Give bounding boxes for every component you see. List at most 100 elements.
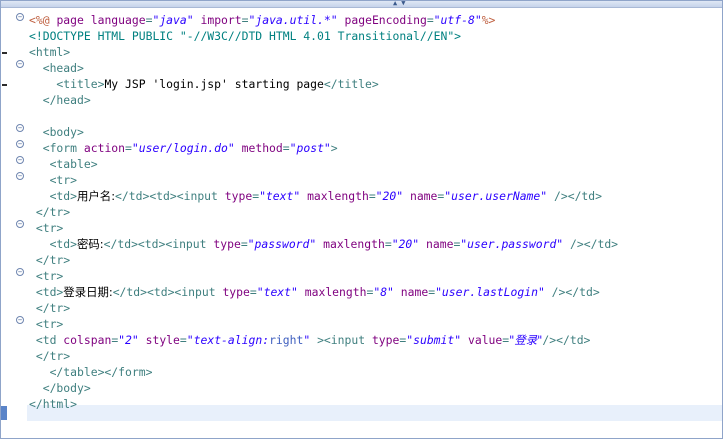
code-line[interactable]: <tr>: [29, 268, 63, 284]
code-line[interactable]: <tr>: [29, 220, 63, 236]
scroll-up-icon[interactable]: ▲: [393, 1, 397, 7]
code-token: maxlength: [304, 285, 367, 299]
fold-collapse-icon[interactable]: −: [16, 140, 24, 148]
code-token: action: [83, 141, 126, 155]
code-token: right: [269, 333, 304, 347]
code-token: <table>: [29, 157, 98, 171]
overview-ruler-highlight[interactable]: [1, 406, 7, 420]
code-line[interactable]: <td>用户名:</td><td><input type = "text" maxl…: [29, 188, 602, 204]
code-token: value: [467, 333, 503, 347]
code-line[interactable]: <!DOCTYPE HTML PUBLIC "-//W3C//DTD HTML …: [29, 28, 461, 44]
code-token: "text-align:: [186, 333, 270, 347]
code-token: =: [125, 141, 132, 155]
code-token: page: [56, 13, 91, 27]
code-line[interactable]: <%@ page language="java" import="java.ut…: [29, 12, 495, 28]
code-line[interactable]: </tr>: [29, 348, 70, 364]
tab-scroll-controls[interactable]: ▲ ▼: [393, 1, 405, 7]
code-token: name: [426, 237, 454, 251]
code-token: "user/login.do": [131, 141, 235, 155]
code-token: 登录日期:: [63, 285, 113, 299]
code-token: "user.userName": [444, 189, 548, 203]
code-token: <tr>: [29, 317, 64, 331]
fold-collapse-icon[interactable]: −: [16, 220, 24, 228]
code-token: =: [282, 141, 290, 155]
code-line[interactable]: </head>: [29, 92, 91, 108]
code-line[interactable]: <td colspan="2" style="text-align:right"…: [29, 332, 591, 348]
scroll-down-icon[interactable]: ▼: [401, 1, 405, 7]
code-token: <td: [29, 333, 64, 347]
code-line[interactable]: <tr>: [29, 172, 77, 188]
code-token: </tr>: [29, 349, 71, 363]
code-token: type: [222, 285, 250, 299]
code-token: name: [400, 285, 429, 299]
code-token: =: [384, 237, 392, 251]
code-token: </tr>: [29, 253, 71, 267]
code-token: =: [249, 285, 257, 299]
overview-ruler[interactable]: [1, 8, 7, 438]
code-line[interactable]: <td>密码:</td><td><input type="password" m…: [29, 236, 618, 252]
code-token: <form: [29, 141, 84, 155]
code-line[interactable]: <title>My JSP 'login.jsp' starting page<…: [29, 76, 378, 92]
code-token: pageEncoding: [344, 13, 427, 27]
fold-collapse-icon[interactable]: −: [16, 124, 24, 132]
code-token: =: [240, 237, 248, 251]
code-token: maxlength: [323, 237, 385, 251]
code-token: =: [426, 13, 434, 27]
code-token: </html>: [29, 397, 78, 411]
code-token: "text": [259, 189, 301, 203]
code-token: "8": [373, 285, 394, 299]
code-token: =: [368, 189, 376, 203]
code-token: "user.password": [460, 237, 564, 251]
code-line[interactable]: </html>: [29, 396, 77, 412]
fold-collapse-icon[interactable]: −: [16, 156, 24, 164]
code-token: "password": [247, 237, 317, 251]
code-line[interactable]: </table></form>: [29, 364, 153, 380]
fold-collapse-icon[interactable]: −: [16, 60, 24, 68]
code-line[interactable]: <table>: [29, 156, 98, 172]
code-token: "text": [256, 285, 298, 299]
code-line[interactable]: <tr>: [29, 316, 63, 332]
code-token: </td><td><input: [112, 285, 223, 299]
code-line[interactable]: <head>: [29, 60, 84, 76]
code-token: "20": [375, 189, 404, 203]
fold-collapse-icon[interactable]: −: [16, 316, 24, 324]
code-line[interactable]: <form action="user/login.do" method="pos…: [29, 140, 338, 156]
code-token: </td><td><input: [115, 189, 225, 203]
code-line[interactable]: </body>: [29, 380, 91, 396]
code-token: type: [371, 333, 400, 347]
code-token: <!DOCTYPE HTML PUBLIC "-//W3C//DTD HTML …: [29, 29, 462, 43]
fold-collapse-icon[interactable]: −: [16, 13, 24, 21]
code-line[interactable]: </tr>: [29, 252, 70, 268]
annotation-marker[interactable]: [2, 84, 7, 86]
code-token: "登录": [509, 333, 543, 347]
code-token: "2": [118, 333, 139, 347]
editor-gutter[interactable]: − − − − − − − − −: [1, 8, 27, 438]
code-token: import: [200, 13, 242, 27]
code-token: ><input: [310, 333, 372, 347]
code-line[interactable]: <body>: [29, 124, 84, 140]
code-token: type: [213, 237, 241, 251]
fold-collapse-icon[interactable]: −: [16, 172, 24, 180]
annotation-marker[interactable]: [2, 52, 7, 54]
fold-collapse-icon[interactable]: −: [16, 268, 24, 276]
code-token: /></td>: [544, 285, 600, 299]
code-token: <td>: [29, 189, 78, 203]
code-token: /></td>: [547, 189, 603, 203]
code-token: method: [241, 141, 283, 155]
code-line[interactable]: <html>: [29, 44, 70, 60]
code-text-area[interactable]: <%@ page language="java" import="java.ut…: [27, 8, 722, 438]
code-token: </body>: [29, 381, 91, 395]
code-line[interactable]: </tr>: [29, 204, 70, 220]
code-token: </td><td><input: [103, 237, 214, 251]
code-line[interactable]: <td>登录日期:</td><td><input type="text" max…: [29, 284, 600, 300]
code-token: "user.lastLogin": [435, 285, 545, 299]
code-token: <body>: [29, 125, 84, 139]
code-editor-window: ▲ ▼ − − − − − − − − − <%@ page language =…: [0, 0, 723, 439]
code-token: =: [179, 333, 187, 347]
code-token: 密码:: [77, 237, 104, 251]
code-line[interactable]: </tr>: [29, 300, 70, 316]
